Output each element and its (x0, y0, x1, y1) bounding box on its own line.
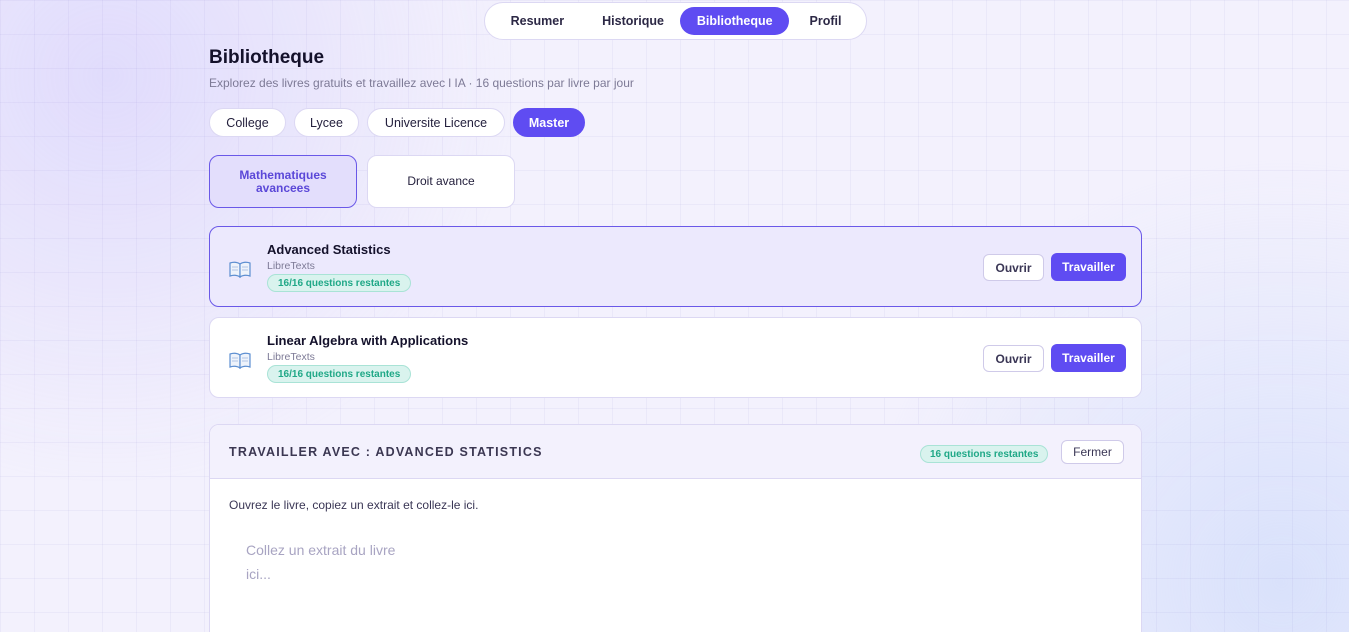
close-panel-button[interactable]: Fermer (1061, 440, 1124, 464)
work-panel-header: TRAVAILLER AVEC : ADVANCED STATISTICS 16… (210, 425, 1141, 479)
work-book-button[interactable]: Travailler (1051, 344, 1126, 372)
excerpt-input[interactable] (228, 528, 418, 598)
level-pill-lycee[interactable]: Lycee (294, 108, 359, 137)
level-pill-master[interactable]: Master (513, 108, 585, 137)
top-nav: Resumer Historique Bibliotheque Profil (484, 2, 867, 40)
work-panel-instruction: Ouvrez le livre, copiez un extrait et co… (229, 498, 479, 512)
questions-remaining-badge: 16/16 questions restantes (267, 365, 412, 383)
book-title: Advanced Statistics (267, 242, 391, 257)
open-book-button[interactable]: Ouvrir (983, 254, 1044, 281)
work-panel: TRAVAILLER AVEC : ADVANCED STATISTICS 16… (209, 424, 1142, 632)
questions-remaining-badge: 16/16 questions restantes (267, 274, 412, 292)
open-book-button[interactable]: Ouvrir (983, 345, 1044, 372)
subject-card-droit-avance[interactable]: Droit avance (367, 155, 515, 208)
nav-tab-bibliotheque[interactable]: Bibliotheque (680, 7, 789, 35)
nav-tab-resumer[interactable]: Resumer (489, 7, 586, 35)
level-pill-universite-licence[interactable]: Universite Licence (367, 108, 505, 137)
questions-remaining-badge: 16 questions restantes (920, 445, 1049, 463)
level-pill-college[interactable]: College (209, 108, 286, 137)
work-book-button[interactable]: Travailler (1051, 253, 1126, 281)
level-filter: College Lycee Universite Licence Master (209, 108, 585, 137)
book-card-advanced-statistics[interactable]: Advanced Statistics LibreTexts 16/16 que… (209, 226, 1142, 307)
subject-card-mathematiques-avancees[interactable]: Mathematiques avancees (209, 155, 357, 208)
nav-tab-profil[interactable]: Profil (789, 7, 862, 35)
book-title: Linear Algebra with Applications (267, 333, 469, 348)
nav-tab-historique[interactable]: Historique (586, 7, 681, 35)
open-book-icon (229, 352, 251, 369)
work-panel-title: TRAVAILLER AVEC : ADVANCED STATISTICS (229, 445, 543, 459)
page-subtitle: Explorez des livres gratuits et travaill… (209, 76, 634, 90)
open-book-icon (229, 261, 251, 278)
page-title: Bibliotheque (209, 47, 325, 68)
subject-filter: Mathematiques avancees Droit avance (209, 155, 515, 208)
book-card-linear-algebra[interactable]: Linear Algebra with Applications LibreTe… (209, 317, 1142, 398)
book-source: LibreTexts (267, 351, 315, 363)
book-source: LibreTexts (267, 260, 315, 272)
